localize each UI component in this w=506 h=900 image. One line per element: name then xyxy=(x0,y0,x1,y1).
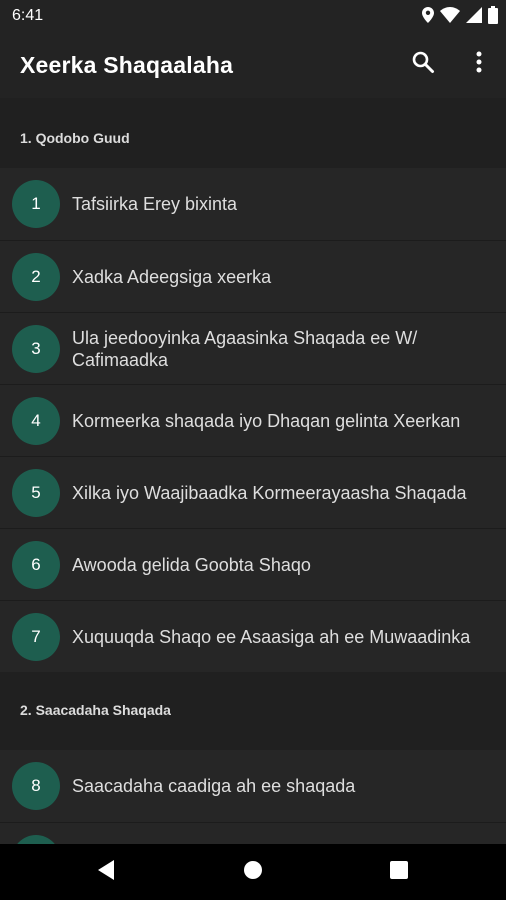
list-item[interactable]: 8 Saacadaha caadiga ah ee shaqada xyxy=(0,750,506,822)
status-time: 6:41 xyxy=(12,7,44,24)
section-header: 1. Qodobo Guud xyxy=(0,98,506,168)
item-label: Kormeerka shaqada iyo Dhaqan gelinta Xee… xyxy=(72,410,461,431)
app-title: Xeerka Shaqaalaha xyxy=(20,52,234,78)
signal-icon xyxy=(466,7,482,28)
list-item[interactable]: 6 Awooda gelida Goobta Shaqo xyxy=(0,528,506,600)
location-icon xyxy=(422,7,434,28)
chapter-list[interactable]: 1. Qodobo Guud 1 Tafsiirka Erey bixinta … xyxy=(0,98,506,844)
search-button[interactable] xyxy=(408,49,438,79)
battery-icon xyxy=(488,6,498,29)
navigation-bar xyxy=(0,844,506,900)
item-number-badge: 3 xyxy=(12,324,60,373)
item-label: Xilka iyo Waajibaadka Kormeerayaasha Sha… xyxy=(72,482,467,503)
status-icons xyxy=(422,6,498,29)
nav-recents-button[interactable] xyxy=(385,858,413,886)
item-number-badge: 6 xyxy=(12,540,60,589)
recents-square-icon xyxy=(389,860,409,885)
item-label: Awooda gelida Goobta Shaqo xyxy=(72,554,311,575)
list-item[interactable]: 4 Kormeerka shaqada iyo Dhaqan gelinta X… xyxy=(0,384,506,456)
section-header: 2. Saacadaha Shaqada xyxy=(0,672,506,750)
list-item[interactable]: 5 Xilka iyo Waajibaadka Kormeerayaasha S… xyxy=(0,456,506,528)
list-item[interactable]: 3 Ula jeedooyinka Agaasinka Shaqada ee W… xyxy=(0,312,506,384)
list-item[interactable]: 2 Xadka Adeegsiga xeerka xyxy=(0,240,506,312)
item-label: Xadka Adeegsiga xeerka xyxy=(72,266,272,287)
item-number-badge: 1 xyxy=(12,180,60,228)
item-label: Xuquuqda Shaqo ee Asaasiga ah ee Muwaadi… xyxy=(72,626,471,647)
home-circle-icon xyxy=(243,860,263,885)
overflow-menu-button[interactable] xyxy=(464,49,494,79)
item-number-badge: 7 xyxy=(12,612,60,661)
item-label: Saacadaha caadiga ah ee shaqada xyxy=(72,776,356,796)
nav-home-button[interactable] xyxy=(239,858,267,886)
nav-back-button[interactable] xyxy=(92,858,120,886)
list-item[interactable]: 1 Tafsiirka Erey bixinta xyxy=(0,168,506,240)
item-label: Ula jeedooyinka Agaasinka Shaqada ee W/ … xyxy=(72,327,418,370)
list-item[interactable]: 7 Xuquuqda Shaqo ee Asaasiga ah ee Muwaa… xyxy=(0,600,506,672)
list-item[interactable] xyxy=(0,822,506,844)
more-vert-icon xyxy=(475,50,483,79)
item-number-badge: 4 xyxy=(12,396,60,445)
wifi-icon xyxy=(440,7,460,28)
back-triangle-icon xyxy=(96,859,116,886)
search-icon xyxy=(411,50,435,79)
app-actions xyxy=(408,49,494,79)
item-number-badge: 5 xyxy=(12,468,60,517)
item-number-badge: 2 xyxy=(12,252,60,301)
item-number-badge: 8 xyxy=(12,762,60,810)
app-bar: Xeerka Shaqaalaha xyxy=(0,32,506,98)
item-number-badge xyxy=(12,834,60,844)
status-bar: 6:41 xyxy=(0,0,506,32)
item-label: Tafsiirka Erey bixinta xyxy=(72,194,238,214)
screen: 6:41 Xeerka Shaqaalaha 1. Qodobo Guud 1 … xyxy=(0,0,506,900)
